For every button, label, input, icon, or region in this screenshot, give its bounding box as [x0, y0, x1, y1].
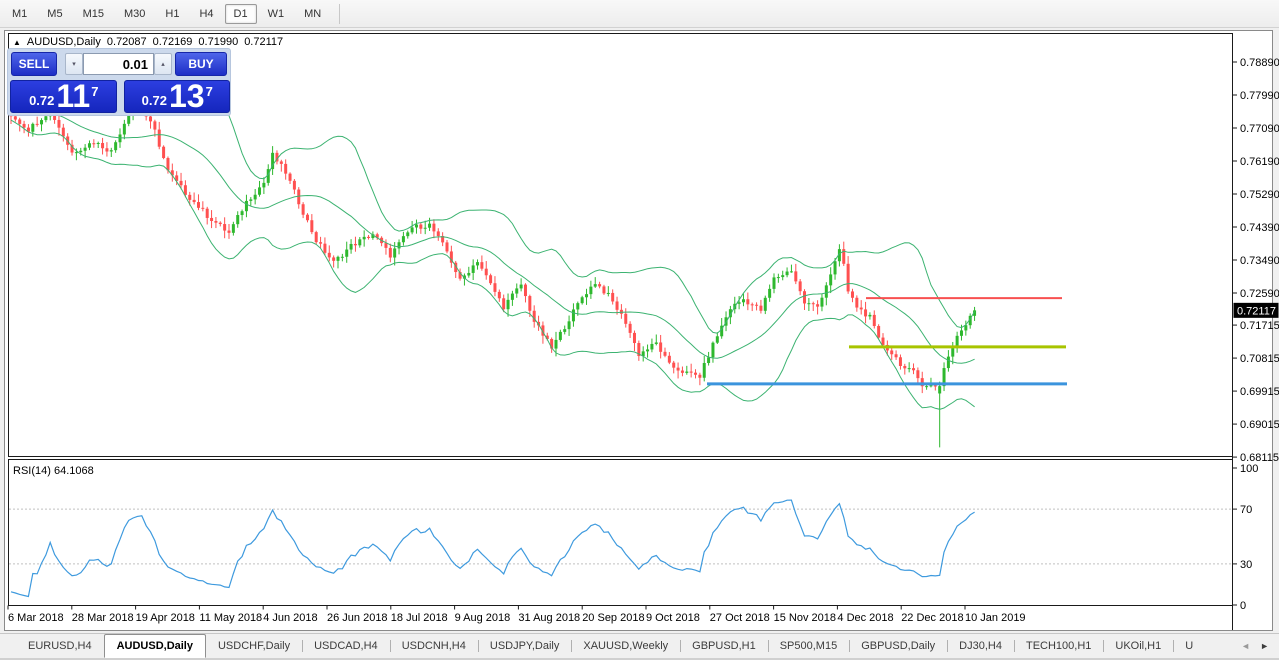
tab-usdjpy-daily[interactable]: USDJPY,Daily [477, 634, 572, 658]
svg-text:0.72590: 0.72590 [1240, 288, 1279, 300]
svg-text:0.73490: 0.73490 [1240, 255, 1279, 267]
tab-usdchf-daily[interactable]: USDCHF,Daily [206, 634, 302, 658]
svg-text:28 Mar 2018: 28 Mar 2018 [72, 612, 134, 624]
tab-eurusd-h4[interactable]: EURUSD,H4 [16, 634, 104, 658]
svg-text:0.75290: 0.75290 [1240, 189, 1279, 201]
chart-open-value: 0.72087 [106, 36, 147, 48]
rsi-pane-frame [8, 459, 1233, 606]
sell-price-prefix: 0.72 [29, 93, 55, 108]
tab-usdcnh-h4[interactable]: USDCNH,H4 [389, 634, 478, 658]
chart-close-value: 0.72117 [244, 36, 284, 48]
svg-text:27 Oct 2018: 27 Oct 2018 [710, 612, 770, 624]
sell-button[interactable]: SELL [11, 52, 57, 76]
svg-text:6 Mar 2018: 6 Mar 2018 [8, 612, 64, 624]
svg-text:31 Aug 2018: 31 Aug 2018 [518, 612, 580, 624]
svg-text:0.69915: 0.69915 [1240, 386, 1279, 398]
svg-text:100: 100 [1240, 463, 1258, 475]
svg-text:20 Sep 2018: 20 Sep 2018 [582, 612, 644, 624]
svg-text:0.69015: 0.69015 [1240, 419, 1279, 431]
chart-high-value: 0.72169 [152, 36, 193, 48]
volume-decrease-button[interactable]: ▾ [65, 53, 83, 75]
svg-text:0.77090: 0.77090 [1240, 123, 1279, 135]
svg-text:0.74390: 0.74390 [1240, 222, 1279, 234]
tab-gbpusd-h1[interactable]: GBPUSD,H1 [680, 634, 768, 658]
rsi-line [10, 499, 975, 598]
sell-price-pipette: 7 [91, 84, 99, 99]
tab-gbpusd-daily[interactable]: GBPUSD,Daily [849, 634, 947, 658]
sell-price-big: 11 [56, 78, 91, 114]
tab-audusd-daily[interactable]: AUDUSD,Daily [103, 634, 206, 658]
svg-text:0.77990: 0.77990 [1240, 90, 1279, 102]
volume-input[interactable] [83, 53, 154, 75]
chart-low-value: 0.71990 [198, 36, 239, 48]
svg-text:15 Nov 2018: 15 Nov 2018 [774, 612, 836, 624]
buy-price-pipette: 7 [205, 84, 213, 99]
volume-increase-button[interactable]: ▴ [154, 53, 172, 75]
svg-text:18 Jul 2018: 18 Jul 2018 [391, 612, 448, 624]
chart-tab-bar: EURUSD,H4 AUDUSD,Daily USDCHF,Daily USDC… [0, 633, 1279, 658]
tab-truncated[interactable]: U [1173, 634, 1205, 658]
tab-sp500-m15[interactable]: SP500,M15 [767, 634, 849, 658]
svg-text:0.72117: 0.72117 [1237, 305, 1276, 317]
svg-text:19 Apr 2018: 19 Apr 2018 [136, 612, 195, 624]
svg-text:22 Dec 2018: 22 Dec 2018 [901, 612, 963, 624]
svg-text:0.71715: 0.71715 [1240, 320, 1279, 332]
buy-quote-button[interactable]: 0.72 13 7 [123, 78, 230, 114]
svg-text:10 Jan 2019: 10 Jan 2019 [965, 612, 1026, 624]
tab-tech100-h1[interactable]: TECH100,H1 [1013, 634, 1103, 658]
svg-text:0.78890: 0.78890 [1240, 57, 1279, 69]
buy-price-prefix: 0.72 [141, 93, 167, 108]
sell-quote-button[interactable]: 0.72 11 7 [10, 80, 117, 113]
tab-usdcad-h4[interactable]: USDCAD,H4 [302, 634, 390, 658]
svg-text:0: 0 [1240, 600, 1246, 612]
tab-dj30-h4[interactable]: DJ30,H4 [947, 634, 1014, 658]
tab-xauusd-weekly[interactable]: XAUUSD,Weekly [571, 634, 680, 658]
buy-button[interactable]: BUY [175, 52, 227, 76]
chart-title: ▲ AUDUSD,Daily 0.72087 0.72169 0.71990 0… [13, 36, 283, 48]
svg-text:9 Oct 2018: 9 Oct 2018 [646, 612, 700, 624]
svg-text:30: 30 [1240, 559, 1252, 571]
tabs-scroll-left-icon[interactable]: ◄ [1241, 641, 1250, 651]
tab-ukoil-h1[interactable]: UKOil,H1 [1103, 634, 1173, 658]
buy-price-big: 13 [168, 78, 205, 114]
tabs-scroll-right-icon[interactable]: ► [1260, 641, 1269, 651]
rsi-indicator-label: RSI(14) 64.1068 [13, 465, 94, 477]
price-axis: 0.78890 0.77990 0.77090 0.76190 0.75290 0.743… [1232, 57, 1279, 612]
chart-marker-icon: ▲ [13, 37, 21, 47]
candles-layer [9, 103, 977, 448]
svg-text:0.76190: 0.76190 [1240, 156, 1279, 168]
svg-text:4 Jun 2018: 4 Jun 2018 [263, 612, 317, 624]
svg-text:0.70815: 0.70815 [1240, 353, 1279, 365]
chart-symbol-label: AUDUSD,Daily [26, 36, 101, 48]
svg-text:26 Jun 2018: 26 Jun 2018 [327, 612, 388, 624]
date-axis: 6 Mar 2018 28 Mar 2018 19 Apr 2018 11 May 2… [7, 605, 1026, 624]
svg-text:70: 70 [1240, 504, 1252, 516]
svg-text:11 May 2018: 11 May 2018 [199, 612, 262, 624]
svg-text:4 Dec 2018: 4 Dec 2018 [837, 612, 893, 624]
one-click-trade-panel: SELL ▾ ▴ BUY 0.72 11 7 0.72 13 7 [7, 48, 231, 116]
svg-text:9 Aug 2018: 9 Aug 2018 [455, 612, 511, 624]
